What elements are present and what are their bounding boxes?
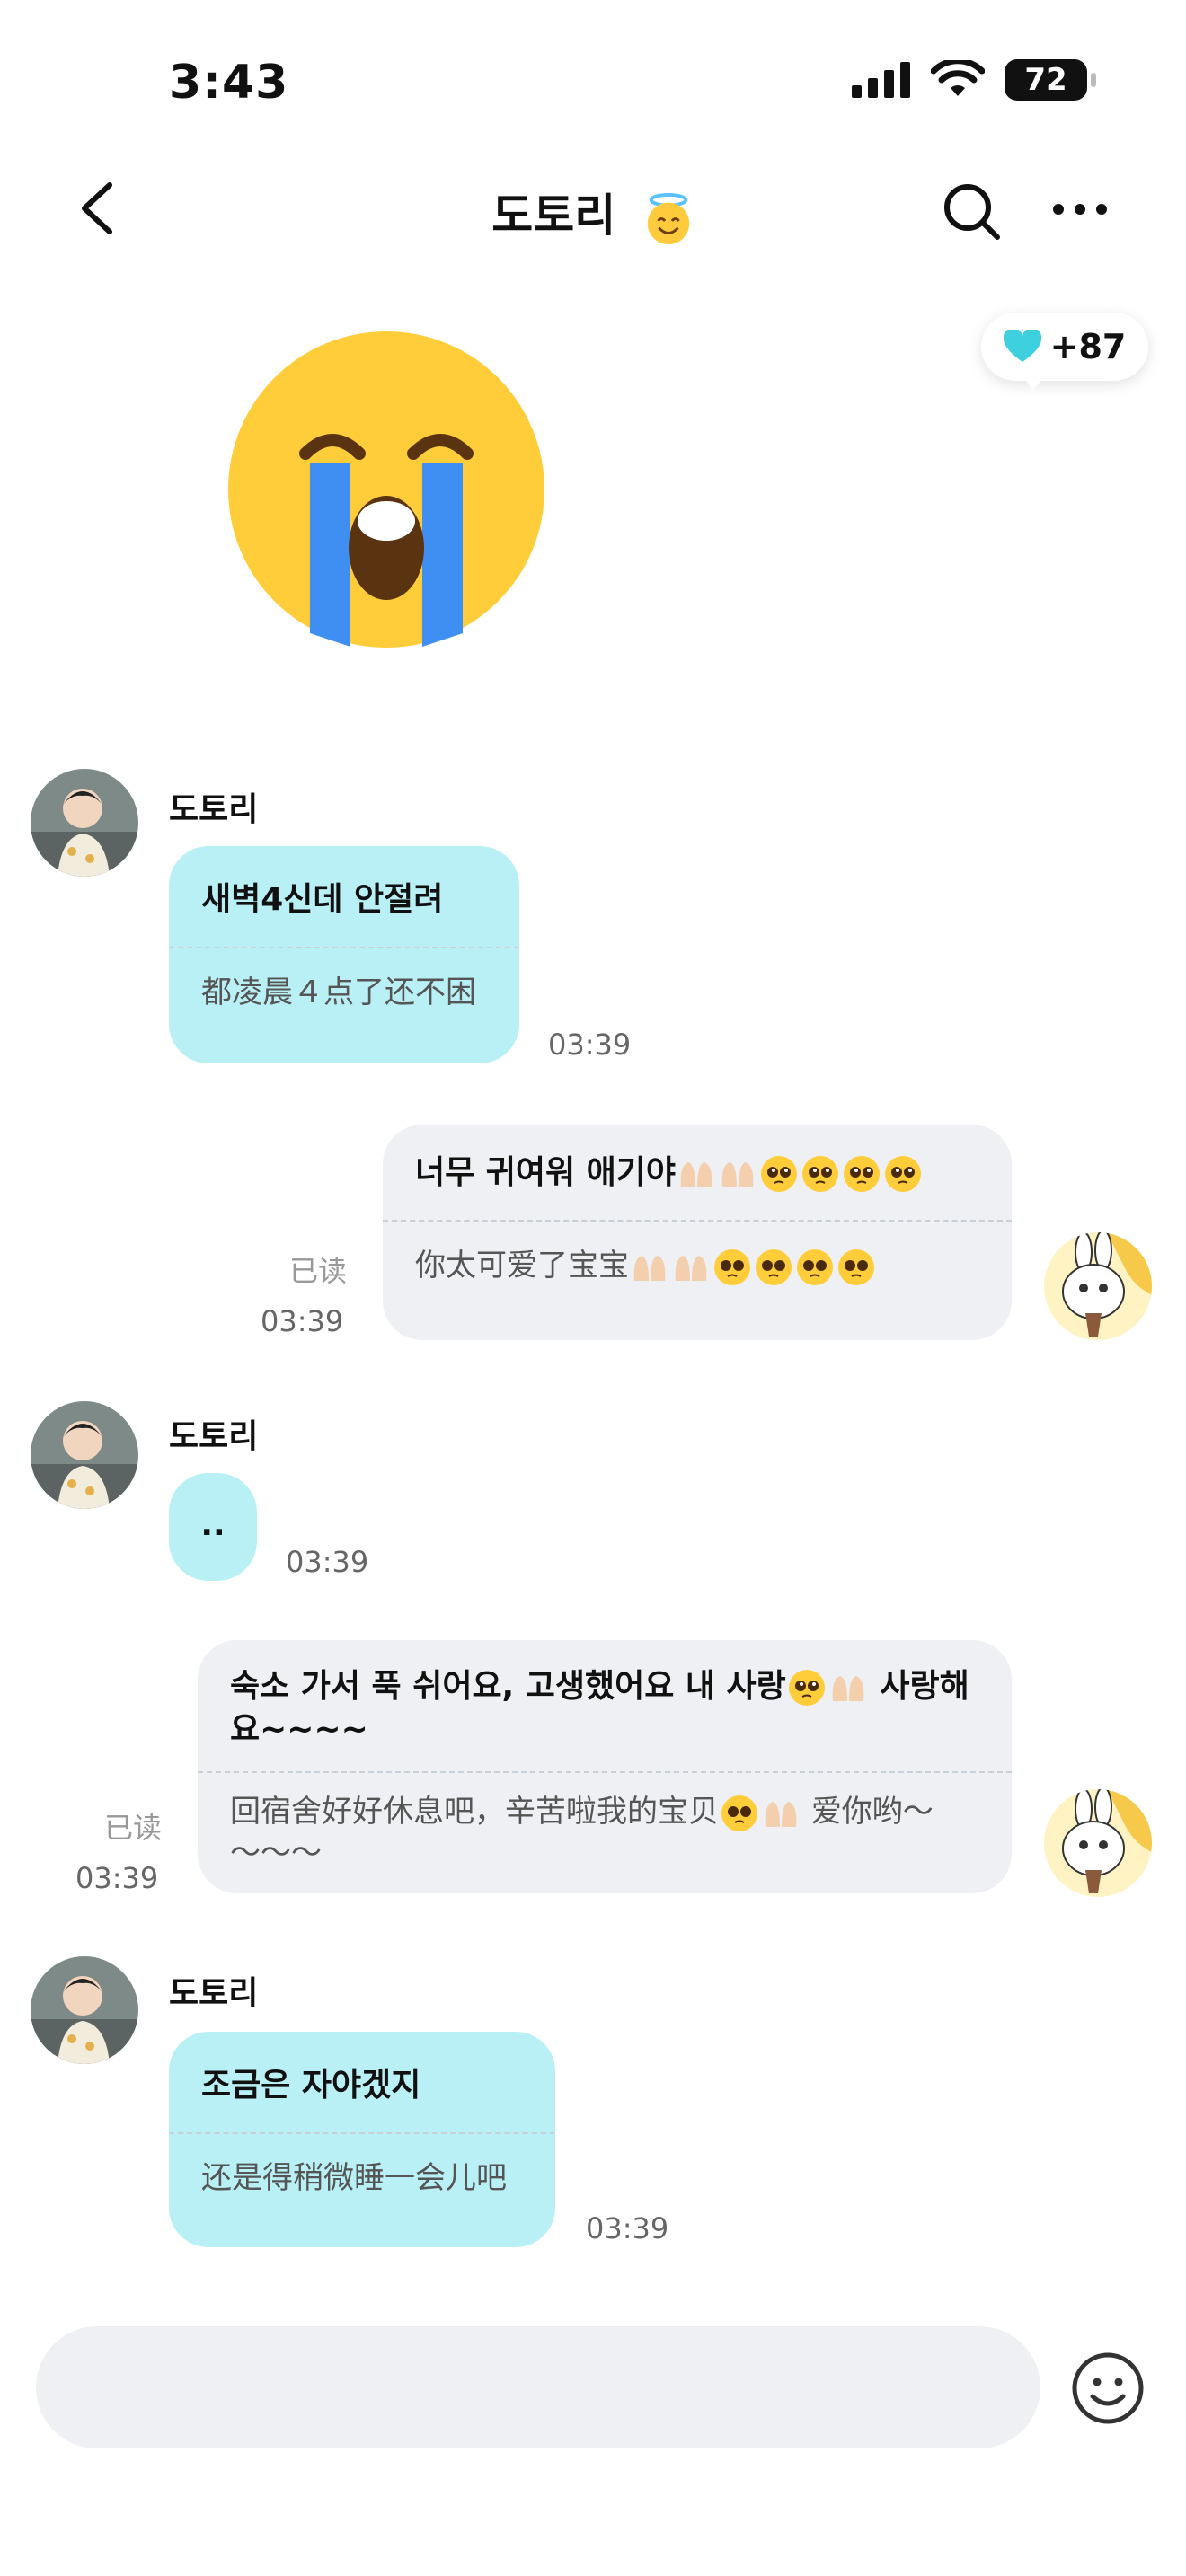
contact-avatar[interactable] [31,769,138,877]
palms-up-icon [633,1255,666,1281]
message-text: 숙소 가서 푹 쉬어요, 고생했어요 내 사랑 사랑해 요~~~~ [230,1668,969,1748]
message-bubble[interactable]: 너무 귀여워 애기야 你太可爱了宝宝 [383,1125,1012,1340]
pleading-face-icon [885,1156,922,1192]
heart-icon [1003,330,1041,362]
wifi-icon [931,60,985,96]
contact-name: 도토리 [491,190,616,242]
translation-divider [383,1220,1012,1222]
pleading-face-icon [714,1248,750,1285]
translation-divider [169,947,519,948]
message-translation: 回宿舍好好休息吧，辛苦啦我的宝贝 爱你哟～ ～～～ [230,1794,934,1871]
pleading-face-icon [797,1248,833,1285]
message-text: 너무 귀여워 애기야 [415,1151,979,1195]
message-input[interactable] [36,2326,1040,2448]
rabbit-sticker-icon [1044,1232,1152,1340]
pleading-face-icon [761,1156,798,1192]
emoji-smiley-icon[interactable] [1071,2351,1145,2425]
my-avatar[interactable] [1044,1232,1152,1340]
palms-up-icon [721,1162,754,1187]
pleading-face-icon [721,1795,757,1831]
rabbit-sticker-icon [1044,1789,1152,1897]
message-bubble[interactable]: 새벽4신데 안절려 都凌晨４点了还不困 [169,846,519,1063]
message-bubble[interactable]: 조금은 자야겠지 还是得稍微睡一会儿吧 [169,2032,555,2247]
my-avatar[interactable] [1044,1789,1152,1897]
palms-up-icon [832,1676,864,1701]
search-icon[interactable] [940,180,1003,243]
message-text: 새벽4신데 안절려 [201,881,444,918]
contact-avatar[interactable] [31,1401,138,1509]
chat-title: 도토리 [0,180,1186,245]
intimacy-badge[interactable]: +87 [981,313,1148,390]
intimacy-count: +87 [1049,327,1127,366]
sender-name: 도토리 [169,1418,259,1455]
message-time: 03:39 [586,2211,669,2245]
message-time: 03:39 [75,1861,159,1895]
translation-divider [169,2132,555,2134]
pleading-face-icon [844,1156,881,1192]
pleading-face-icon [838,1248,874,1285]
signal-icon [852,62,910,98]
contact-avatar[interactable] [31,1956,138,2064]
pleading-face-icon [802,1156,839,1192]
message-translation: 你太可爱了宝宝 [415,1245,979,1286]
child-photo-icon [31,1956,138,2064]
palms-up-icon [680,1162,712,1187]
message-translation: 还是得稍微睡一会儿吧 [201,2160,507,2196]
sender-name: 도토리 [169,1975,259,2012]
message-translation: 都凌晨４点了还不困 [201,975,476,1010]
message-time: 03:39 [261,1304,344,1338]
message-text: 조금은 자야겠지 [201,2067,421,2104]
translation-divider [198,1771,1012,1773]
battery-indicator: 72 [1005,59,1096,101]
sender-name: 도토리 [169,791,259,828]
status-icons: 72 [852,59,1096,101]
child-photo-icon [31,769,138,877]
palms-up-icon [675,1255,707,1281]
message-bubble[interactable]: 숙소 가서 푹 쉬어요, 고생했어요 내 사랑 사랑해 요~~~~ 回宿舍好好休息… [198,1640,1012,1893]
pleading-face-icon [756,1248,792,1285]
smiling-halo-face-icon [647,192,689,244]
palms-up-icon [765,1801,797,1827]
message-time: 03:39 [548,1028,632,1062]
more-options-icon[interactable] [1051,198,1109,221]
child-photo-icon [31,1401,138,1509]
read-receipt: 已读 [289,1254,348,1288]
read-receipt: 已读 [104,1811,163,1845]
status-time: 3:43 [169,56,289,110]
message-text: .. [200,1506,226,1543]
message-time: 03:39 [286,1545,369,1579]
message-bubble[interactable]: .. [169,1473,257,1581]
loudly-crying-face-icon[interactable] [225,328,548,651]
pleading-face-icon [788,1670,825,1706]
